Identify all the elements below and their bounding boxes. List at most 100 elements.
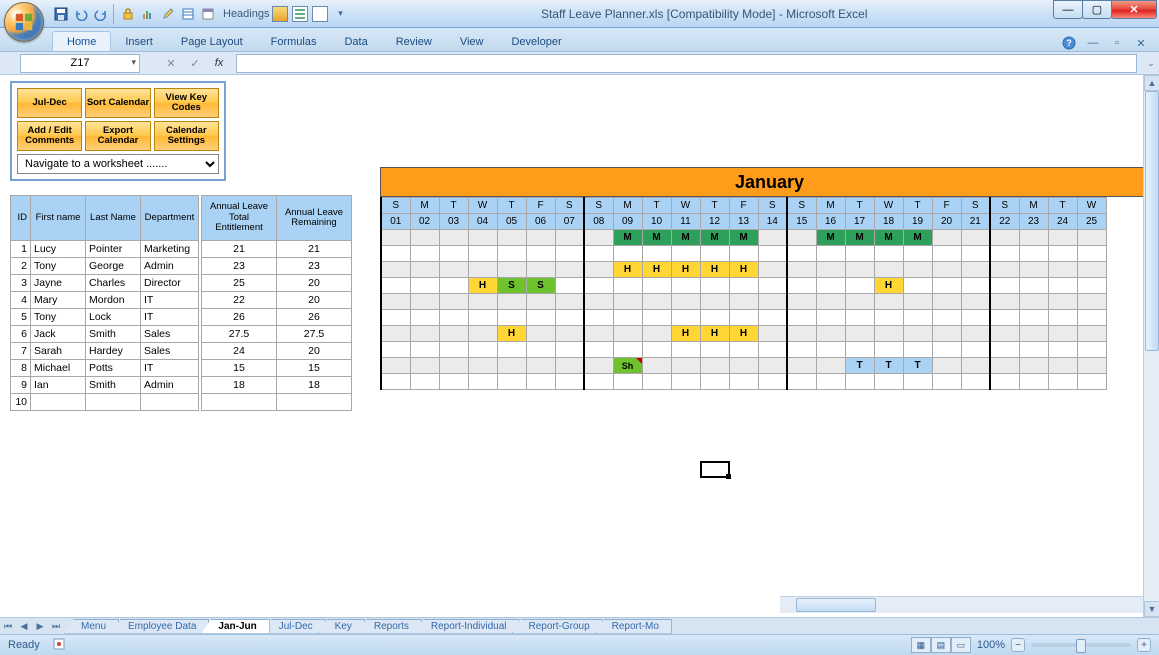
calendar-cell[interactable] bbox=[613, 278, 642, 294]
header-entitlement[interactable]: Annual Leave Total Entitlement bbox=[202, 196, 277, 241]
calendar-cell[interactable] bbox=[526, 262, 555, 278]
calendar-cell[interactable] bbox=[584, 262, 613, 278]
calendar-cell[interactable] bbox=[700, 310, 729, 326]
sheet-tab[interactable]: Report-Mo bbox=[595, 619, 672, 634]
calendar-cell[interactable] bbox=[497, 358, 526, 374]
view-mode-2-icon[interactable] bbox=[292, 6, 308, 22]
calendar-cell[interactable]: M bbox=[671, 230, 700, 246]
calendar-cell[interactable] bbox=[555, 230, 584, 246]
calendar-cell[interactable] bbox=[932, 342, 961, 358]
calendar-cell[interactable] bbox=[526, 310, 555, 326]
calendar-cell[interactable] bbox=[497, 230, 526, 246]
ribbon-close-icon[interactable]: ✕ bbox=[1133, 35, 1149, 51]
calendar-cell[interactable] bbox=[990, 326, 1019, 342]
calendar-cell[interactable] bbox=[758, 358, 787, 374]
calendar-cell[interactable] bbox=[1019, 342, 1048, 358]
calendar-cell[interactable] bbox=[526, 230, 555, 246]
calendar-cell[interactable] bbox=[468, 326, 497, 342]
calendar-cell[interactable] bbox=[642, 246, 671, 262]
calendar-cell[interactable] bbox=[787, 326, 816, 342]
sheet-tab[interactable]: Report-Individual bbox=[414, 619, 520, 634]
office-button[interactable] bbox=[4, 2, 46, 44]
calendar-cell[interactable] bbox=[613, 342, 642, 358]
calendar-cell[interactable] bbox=[816, 374, 845, 390]
table-row[interactable]: 9IanSmithAdmin1818 bbox=[11, 377, 352, 394]
calendar-cell[interactable] bbox=[874, 374, 903, 390]
calendar-cell[interactable]: H bbox=[729, 326, 758, 342]
calendar-cell[interactable] bbox=[990, 342, 1019, 358]
zoom-in-button[interactable]: + bbox=[1137, 638, 1151, 652]
calendar-cell[interactable] bbox=[497, 342, 526, 358]
calendar-cell[interactable] bbox=[671, 294, 700, 310]
table-row[interactable]: 3JayneCharlesDirector2520 bbox=[11, 275, 352, 292]
calendar-cell[interactable] bbox=[671, 374, 700, 390]
calendar-cell[interactable] bbox=[700, 246, 729, 262]
calendar-cell[interactable] bbox=[932, 374, 961, 390]
ribbon-tab-developer[interactable]: Developer bbox=[497, 32, 575, 51]
calendar-cell[interactable] bbox=[787, 310, 816, 326]
calendar-cell[interactable]: M bbox=[816, 230, 845, 246]
calendar-cell[interactable] bbox=[381, 262, 410, 278]
calendar-cell[interactable] bbox=[1077, 374, 1106, 390]
calendar-cell[interactable] bbox=[1077, 358, 1106, 374]
header-remaining[interactable]: Annual Leave Remaining bbox=[277, 196, 352, 241]
horizontal-scroll-thumb[interactable] bbox=[796, 598, 876, 612]
calendar-cell[interactable] bbox=[816, 262, 845, 278]
calendar-cell[interactable] bbox=[758, 310, 787, 326]
calendar-cell[interactable] bbox=[816, 310, 845, 326]
calendar-cell[interactable] bbox=[584, 358, 613, 374]
chart-icon[interactable] bbox=[139, 4, 157, 24]
calendar-cell[interactable] bbox=[932, 326, 961, 342]
calendar-cell[interactable] bbox=[613, 246, 642, 262]
calendar-cell[interactable]: S bbox=[497, 278, 526, 294]
calendar-cell[interactable] bbox=[439, 310, 468, 326]
calendar-cell[interactable] bbox=[1019, 294, 1048, 310]
formula-expand-icon[interactable]: ⌄ bbox=[1143, 58, 1159, 69]
calendar-cell[interactable] bbox=[932, 262, 961, 278]
vertical-scrollbar[interactable]: ▲ ▼ bbox=[1143, 75, 1159, 617]
calendar-cell[interactable] bbox=[845, 246, 874, 262]
calendar-cell[interactable]: M bbox=[903, 230, 932, 246]
calendar-cell[interactable] bbox=[700, 342, 729, 358]
calendar-cell[interactable] bbox=[410, 310, 439, 326]
calendar-cell[interactable] bbox=[874, 326, 903, 342]
calendar-cell[interactable] bbox=[642, 326, 671, 342]
calendar-cell[interactable] bbox=[787, 278, 816, 294]
header-first-name[interactable]: First name bbox=[31, 196, 86, 241]
calendar-table[interactable]: SMTWTFSSMTWTFSSMTWTFSSMTW 01020304050607… bbox=[380, 197, 1107, 390]
calendar-cell[interactable] bbox=[961, 294, 990, 310]
calendar-cell[interactable] bbox=[845, 310, 874, 326]
calendar-cell[interactable] bbox=[932, 246, 961, 262]
calendar-cell[interactable] bbox=[787, 246, 816, 262]
calendar-cell[interactable] bbox=[729, 310, 758, 326]
calendar-cell[interactable] bbox=[1077, 310, 1106, 326]
calendar-cell[interactable] bbox=[613, 294, 642, 310]
calendar-cell[interactable] bbox=[932, 310, 961, 326]
calendar-cell[interactable] bbox=[642, 278, 671, 294]
calendar-cell[interactable] bbox=[410, 230, 439, 246]
help-icon[interactable]: ? bbox=[1061, 35, 1077, 51]
calendar-cell[interactable] bbox=[787, 342, 816, 358]
calendar-cell[interactable] bbox=[961, 262, 990, 278]
worksheet-area[interactable]: Jul-Dec Sort Calendar View Key Codes Add… bbox=[0, 75, 1159, 617]
calendar-row[interactable]: HSSH bbox=[381, 278, 1106, 294]
calendar-cell[interactable] bbox=[1019, 246, 1048, 262]
table-row[interactable]: 1LucyPointerMarketing2121 bbox=[11, 241, 352, 258]
calendar-cell[interactable] bbox=[584, 310, 613, 326]
calendar-cell[interactable] bbox=[439, 246, 468, 262]
calendar-cell[interactable] bbox=[874, 246, 903, 262]
calendar-row[interactable] bbox=[381, 342, 1106, 358]
zoom-label[interactable]: 100% bbox=[977, 639, 1005, 651]
calendar-cell[interactable]: Sh bbox=[613, 358, 642, 374]
calendar-cell[interactable] bbox=[1077, 230, 1106, 246]
calendar-cell[interactable] bbox=[1048, 278, 1077, 294]
calendar-cell[interactable] bbox=[845, 278, 874, 294]
table-row[interactable]: 7SarahHardeySales2420 bbox=[11, 343, 352, 360]
calendar-cell[interactable] bbox=[381, 278, 410, 294]
calendar-cell[interactable] bbox=[787, 262, 816, 278]
calendar-cell[interactable] bbox=[468, 294, 497, 310]
calendar-cell[interactable]: M bbox=[642, 230, 671, 246]
calendar-cell[interactable] bbox=[555, 310, 584, 326]
calendar-cell[interactable]: H bbox=[642, 262, 671, 278]
calendar-cell[interactable] bbox=[990, 246, 1019, 262]
